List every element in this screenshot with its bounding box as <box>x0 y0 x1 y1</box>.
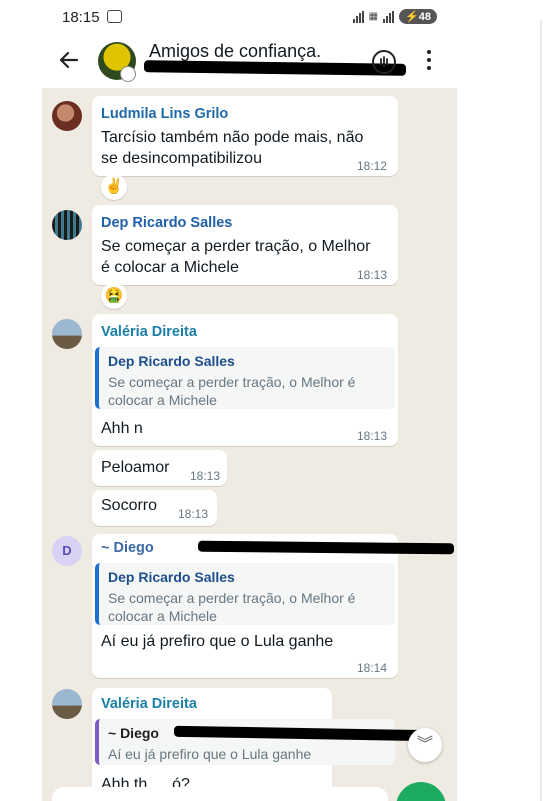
message-text: Se começar a perder tração, o Melhor <box>101 238 371 255</box>
status-indicators: ▦ ⚡48 <box>352 9 437 24</box>
message-text: Socorro <box>101 497 158 514</box>
message-sender[interactable]: Valéria Direita <box>101 696 197 712</box>
message-sender[interactable]: Ludmila Lins Grilo <box>101 106 228 122</box>
screenshot-icon <box>107 10 122 23</box>
message-bubble[interactable]: ~ Diego Dep Ricardo Salles Se começar a … <box>92 534 398 678</box>
message-bubble[interactable]: Socorro 18:13 <box>92 490 217 526</box>
message-text: Aí eu já prefiro que o Lula ganhe <box>101 633 334 650</box>
arrow-left-icon[interactable] <box>57 48 81 72</box>
avatar[interactable] <box>52 319 82 349</box>
avatar-letter: D <box>62 543 72 558</box>
quoted-text: Se começar a perder tração, o Melhor é <box>108 590 356 606</box>
message-time: 18:13 <box>190 469 221 483</box>
battery-badge: ⚡48 <box>399 9 437 24</box>
quoted-text: colocar a Michele <box>108 608 217 624</box>
message-bubble[interactable]: Valéria Direita Dep Ricardo Salles Se co… <box>92 314 398 446</box>
message-bubble[interactable]: Valéria Direita ~ Diego Aí eu já prefiro… <box>92 688 395 801</box>
message-bubble[interactable]: Dep Ricardo Salles Se começar a perder t… <box>92 205 398 285</box>
group-title[interactable]: Amigos de confiança. <box>149 41 321 62</box>
message-time: 18:13 <box>178 507 209 521</box>
more-vert-icon[interactable] <box>426 50 432 72</box>
message-time: 18:12 <box>357 159 388 173</box>
message-sender[interactable]: ~ Diego <box>101 540 154 556</box>
message-text: se desincompatibilizou <box>101 150 262 167</box>
quoted-message[interactable]: Dep Ricardo Salles Se começar a perder t… <box>95 347 395 409</box>
message-reaction[interactable]: 🤮 <box>101 283 127 309</box>
message-text: Ahh n <box>101 420 143 437</box>
voice-chat-icon[interactable] <box>372 50 396 74</box>
message-bubble[interactable]: Peloamor 18:13 <box>92 450 227 486</box>
status-time: 18:15 <box>62 9 100 26</box>
redaction-mark <box>143 60 407 76</box>
frame-divider <box>540 20 542 801</box>
quoted-message[interactable]: Dep Ricardo Salles Se começar a perder t… <box>95 563 395 625</box>
signal-icon <box>352 10 364 23</box>
quoted-sender: ~ Diego <box>108 725 159 741</box>
new-message-icon[interactable] <box>396 782 446 801</box>
battery-level: 48 <box>418 11 431 23</box>
quoted-text: Se começar a perder tração, o Melhor é <box>108 374 356 390</box>
signal-icon-2 <box>383 10 395 23</box>
quoted-message[interactable]: ~ Diego Aí eu já prefiro que o Lula ganh… <box>95 719 395 765</box>
message-text: Peloamor <box>101 459 170 476</box>
message-bubble[interactable]: Ludmila Lins Grilo Tarcísio também não p… <box>92 96 398 176</box>
chevron-double-down-icon[interactable]: ︾ <box>408 728 442 762</box>
avatar[interactable] <box>52 101 82 131</box>
chat-header: Amigos de confiança. <box>42 36 457 88</box>
avatar[interactable] <box>52 210 82 240</box>
message-time: 18:13 <box>357 268 388 282</box>
message-text: é colocar a Michele <box>101 259 239 276</box>
avatar[interactable] <box>52 689 82 719</box>
message-text: Tarcísio também não pode mais, não <box>101 129 364 146</box>
avatar[interactable]: D <box>52 536 82 566</box>
message-reaction[interactable]: ✌️ <box>101 174 127 200</box>
status-bar: 18:15 ▦ ⚡48 <box>42 0 457 36</box>
page-margin-left <box>0 0 42 801</box>
message-time: 18:13 <box>357 429 388 443</box>
quoted-sender: Dep Ricardo Salles <box>108 353 235 369</box>
page-margin-right <box>457 0 557 801</box>
phone-screen: 18:15 ▦ ⚡48 Amigos de confiança. Ludmila… <box>42 0 457 801</box>
chat-area[interactable]: Ludmila Lins Grilo Tarcísio também não p… <box>42 88 457 801</box>
message-sender[interactable]: Valéria Direita <box>101 324 197 340</box>
network-icon: ▦ <box>368 11 379 22</box>
message-time: 18:14 <box>357 661 388 675</box>
quoted-sender: Dep Ricardo Salles <box>108 569 235 585</box>
community-badge-icon <box>120 66 136 82</box>
quoted-text: Aí eu já prefiro que o Lula ganhe <box>108 746 312 762</box>
message-sender[interactable]: Dep Ricardo Salles <box>101 215 232 231</box>
message-input-bar[interactable] <box>52 787 388 801</box>
quoted-text: colocar a Michele <box>108 392 217 408</box>
